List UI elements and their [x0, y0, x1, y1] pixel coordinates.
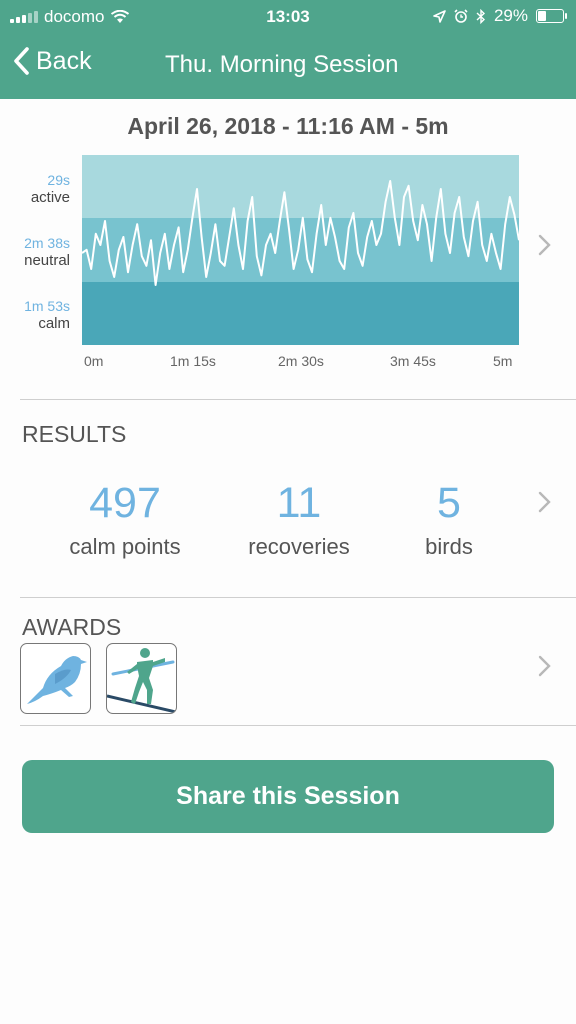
share-session-button[interactable]: Share this Session	[22, 760, 554, 833]
bird-award-icon	[27, 656, 87, 704]
bluetooth-icon	[476, 8, 485, 24]
share-session-label: Share this Session	[176, 782, 400, 810]
chevron-right-icon[interactable]	[538, 491, 552, 513]
divider	[20, 399, 576, 400]
award-badge[interactable]	[20, 643, 91, 714]
x-tick-0: 0m	[84, 353, 104, 369]
y-label-active: 29s active	[0, 172, 70, 206]
status-bar: docomo 13:03 29%	[0, 0, 576, 34]
y-label-calm: 1m 53s calm	[0, 298, 70, 332]
divider	[20, 725, 576, 726]
x-tick-4: 5m	[493, 353, 513, 369]
back-button[interactable]: Back	[12, 46, 92, 76]
divider	[20, 597, 576, 598]
awards-heading: AWARDS	[22, 614, 122, 640]
chevron-left-icon	[14, 47, 29, 75]
battery-percent: 29%	[493, 6, 528, 25]
x-tick-2: 2m 30s	[278, 353, 324, 369]
x-tick-1: 1m 15s	[170, 353, 216, 369]
y-label-neutral-time: 2m 38s	[24, 235, 70, 251]
award-badge[interactable]	[106, 643, 177, 714]
stat-birds: 5 birds	[359, 480, 539, 560]
y-label-active-name: active	[30, 189, 70, 206]
results-heading: RESULTS	[22, 421, 127, 447]
band-calm	[82, 282, 519, 345]
stat-value: 497	[89, 479, 161, 527]
chevron-right-icon[interactable]	[538, 655, 552, 677]
y-label-active-time: 29s	[47, 172, 70, 188]
stat-label: birds	[425, 534, 473, 559]
alarm-clock-icon	[454, 9, 468, 23]
page-title: Thu. Morning Session	[165, 51, 399, 78]
y-label-neutral: 2m 38s neutral	[0, 235, 70, 269]
x-tick-3: 3m 45s	[390, 353, 436, 369]
y-label-calm-name: calm	[38, 315, 70, 332]
stat-calm-points: 497 calm points	[35, 480, 215, 560]
band-active	[82, 155, 519, 218]
app-header: docomo 13:03 29% Back Thu. Morning Sessi…	[0, 0, 576, 99]
y-label-neutral-name: neutral	[24, 252, 70, 269]
tightrope-walker-award-icon	[107, 648, 176, 713]
breathing-chart-plot	[82, 155, 519, 345]
battery-icon	[536, 9, 567, 23]
session-date: April 26, 2018 - 11:16 AM - 5m	[127, 113, 449, 139]
stat-value: 5	[437, 479, 461, 527]
location-arrow-icon	[433, 9, 446, 23]
chevron-right-icon[interactable]	[538, 234, 552, 256]
stat-label: calm points	[69, 534, 181, 559]
y-label-calm-time: 1m 53s	[24, 298, 70, 314]
back-label: Back	[36, 46, 92, 75]
